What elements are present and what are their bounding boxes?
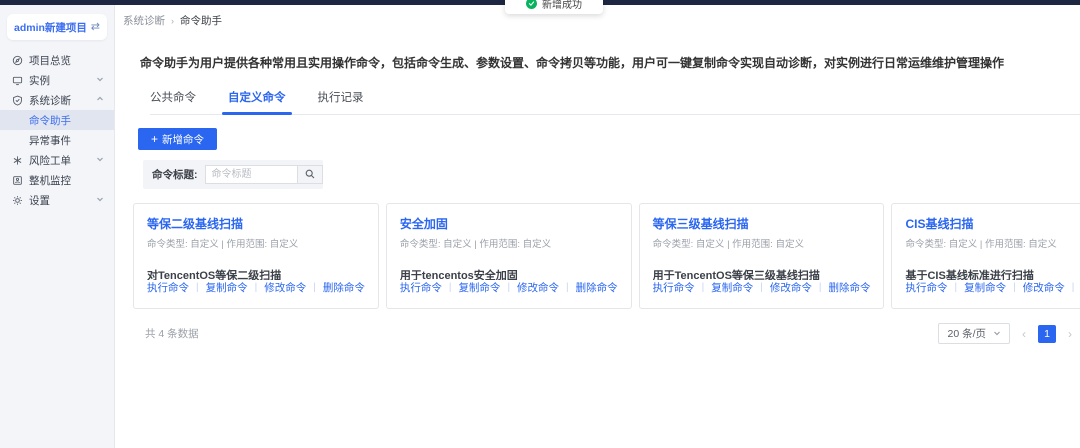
sidebar-item-label: 系统诊断 [29,93,92,108]
copy-command-link[interactable]: 复制命令 [206,280,248,295]
switch-project-icon[interactable]: ⇄ [91,22,100,33]
command-card: 等保二级基线扫描 命令类型: 自定义 | 作用范围: 自定义 对TencentO… [133,203,379,309]
page-number-1[interactable]: 1 [1038,325,1056,343]
settings-icon [11,194,23,206]
search-button[interactable] [297,165,323,184]
card-title[interactable]: 安全加固 [400,215,618,232]
command-card-list: 等保二级基线扫描 命令类型: 自定义 | 作用范围: 自定义 对TencentO… [133,203,1074,309]
chevron-down-icon [92,74,104,86]
chevron-up-icon [92,94,104,106]
page-size-value: 20 条/页 [947,326,986,341]
search-input[interactable] [205,165,297,184]
prev-page-button[interactable]: ‹ [1022,328,1026,340]
execute-command-link[interactable]: 执行命令 [400,280,442,295]
card-meta: 命令类型: 自定义 | 作用范围: 自定义 [905,236,1080,250]
card-description: 对TencentOS等保二级扫描 [147,267,365,280]
page-size-select[interactable]: 20 条/页 [938,323,1010,344]
tab-public-commands[interactable]: 公共命令 [150,89,196,114]
sidebar-subitem-abnormal-events[interactable]: 异常事件 [0,130,114,150]
card-actions: 执行命令|复制命令|修改命令|删除命令 [905,280,1080,295]
sidebar-subitem-label: 命令助手 [29,113,71,128]
instance-icon [11,74,23,86]
edit-command-link[interactable]: 修改命令 [770,280,812,295]
overview-icon [11,54,23,66]
delete-command-link[interactable]: 删除命令 [576,280,618,295]
check-circle-icon [526,0,537,9]
project-name: admin新建项目 [14,20,87,35]
delete-command-link[interactable]: 删除命令 [828,280,870,295]
tabs: 公共命令 自定义命令 执行记录 [150,89,1080,115]
card-meta: 命令类型: 自定义 | 作用范围: 自定义 [400,236,618,250]
card-title[interactable]: CIS基线扫描 [905,215,1080,232]
main-content: 系统诊断 › 命令助手 命令助手为用户提供各种常用且实用操作命令，包括命令生成、… [115,5,1080,448]
copy-command-link[interactable]: 复制命令 [964,280,1006,295]
edit-command-link[interactable]: 修改命令 [517,280,559,295]
sidebar-item-label: 设置 [29,193,92,208]
card-title[interactable]: 等保二级基线扫描 [147,215,365,232]
sidebar-subitem-label: 异常事件 [29,133,71,148]
sidebar-item-label: 项目总览 [29,53,104,68]
machine-monitor-icon [11,174,23,186]
next-page-button[interactable]: › [1068,328,1072,340]
sidebar-item-instances[interactable]: 实例 [0,70,114,90]
sidebar-item-label: 整机监控 [29,173,104,188]
chevron-down-icon [993,328,1001,340]
card-actions: 执行命令|复制命令|修改命令|删除命令 [147,280,365,295]
card-description: 用于TencentOS等保三级基线扫描 [653,267,871,280]
copy-command-link[interactable]: 复制命令 [458,280,500,295]
sidebar-item-label: 实例 [29,73,92,88]
breadcrumb-current: 命令助手 [180,13,222,28]
total-count: 共 4 条数据 [145,326,199,341]
card-actions: 执行命令|复制命令|修改命令|删除命令 [400,280,618,295]
sidebar: admin新建项目 ⇄ 项目总览 实例 [0,5,115,448]
breadcrumb-separator-icon: › [171,16,174,26]
pagination: 20 条/页 ‹ 1 › [938,323,1072,344]
add-command-button[interactable]: + 新增命令 [138,128,217,150]
sidebar-item-machine-monitor[interactable]: 整机监控 [0,170,114,190]
sidebar-menu: 项目总览 实例 系统诊断 命令 [0,50,114,210]
list-footer: 共 4 条数据 20 条/页 ‹ 1 › [133,323,1074,344]
sidebar-item-system-diagnosis[interactable]: 系统诊断 [0,90,114,110]
success-toast: 新增成功 [505,0,603,14]
card-description: 基于CIS基线标准进行扫描 [905,267,1080,280]
copy-command-link[interactable]: 复制命令 [711,280,753,295]
add-command-label: 新增命令 [162,132,204,147]
tab-execution-records[interactable]: 执行记录 [318,89,364,114]
command-card: 等保三级基线扫描 命令类型: 自定义 | 作用范围: 自定义 用于Tencent… [639,203,885,309]
diagnosis-icon [11,94,23,106]
card-meta: 命令类型: 自定义 | 作用范围: 自定义 [147,236,365,250]
card-actions: 执行命令|复制命令|修改命令|删除命令 [653,280,871,295]
sidebar-subitem-command-assistant[interactable]: 命令助手 [0,110,114,130]
command-card: 安全加固 命令类型: 自定义 | 作用范围: 自定义 用于tencentos安全… [386,203,632,309]
search-label: 命令标题: [152,167,198,182]
project-switcher[interactable]: admin新建项目 ⇄ [7,14,107,40]
chevron-down-icon [92,194,104,206]
chevron-down-icon [92,154,104,166]
execute-command-link[interactable]: 执行命令 [905,280,947,295]
page-description: 命令助手为用户提供各种常用且实用操作命令，包括命令生成、参数设置、命令拷贝等功能… [140,54,1060,71]
card-meta: 命令类型: 自定义 | 作用范围: 自定义 [653,236,871,250]
execute-command-link[interactable]: 执行命令 [147,280,189,295]
sidebar-item-risk-tickets[interactable]: 风险工单 [0,150,114,170]
tab-content: + 新增命令 命令标题: 等保二级基线扫描 命令类型: 自定义 | 作用范围: … [115,115,1080,344]
tab-custom-commands[interactable]: 自定义命令 [228,89,286,114]
risk-icon [11,154,23,166]
sidebar-item-label: 风险工单 [29,153,92,168]
card-description: 用于tencentos安全加固 [400,267,618,280]
execute-command-link[interactable]: 执行命令 [653,280,695,295]
breadcrumb-parent[interactable]: 系统诊断 [123,13,165,28]
search-icon [305,167,315,182]
sidebar-item-project-overview[interactable]: 项目总览 [0,50,114,70]
card-title[interactable]: 等保三级基线扫描 [653,215,871,232]
search-bar: 命令标题: [143,160,323,189]
edit-command-link[interactable]: 修改命令 [264,280,306,295]
sidebar-item-settings[interactable]: 设置 [0,190,114,210]
toast-message: 新增成功 [542,0,582,11]
delete-command-link[interactable]: 删除命令 [323,280,365,295]
edit-command-link[interactable]: 修改命令 [1023,280,1065,295]
command-card: CIS基线扫描 命令类型: 自定义 | 作用范围: 自定义 基于CIS基线标准进… [891,203,1080,309]
command-assistant-page: 新增成功 admin新建项目 ⇄ 项目总览 实例 [0,0,1080,448]
plus-icon: + [151,133,158,145]
